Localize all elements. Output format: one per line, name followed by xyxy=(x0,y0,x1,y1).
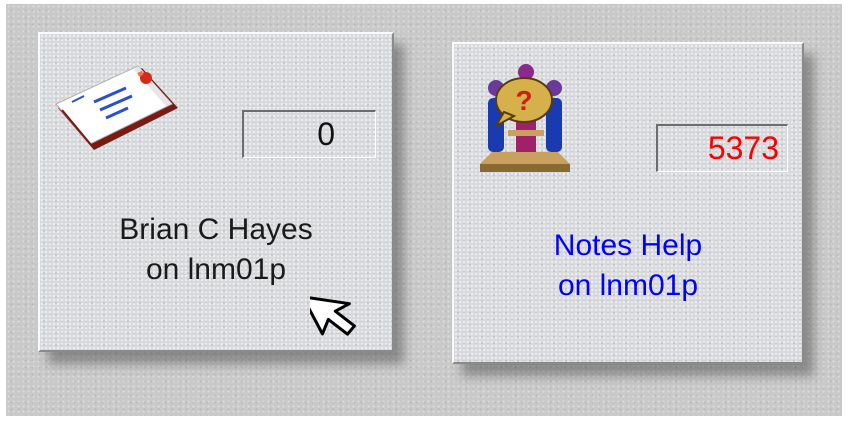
database-server: on lnm01p xyxy=(557,269,699,302)
help-people-icon: ? xyxy=(480,64,570,172)
arrow-cursor-icon xyxy=(310,295,356,336)
database-label: Notes Help on lnm01p xyxy=(454,226,802,306)
unread-count: 0 xyxy=(242,110,376,158)
envelope-icon xyxy=(55,65,178,150)
database-label: Brian C Hayes on lnm01p xyxy=(40,210,392,290)
database-title: Notes Help xyxy=(553,229,703,262)
document-count: 5373 xyxy=(656,124,788,172)
document-count-value: 5373 xyxy=(707,130,779,166)
notes-help-tile[interactable]: ? 5373 Notes Help on lnm01p xyxy=(452,42,804,364)
svg-text:?: ? xyxy=(515,85,532,116)
unread-count-value: 0 xyxy=(317,116,335,152)
database-owner-name: Brian C Hayes xyxy=(119,213,313,246)
